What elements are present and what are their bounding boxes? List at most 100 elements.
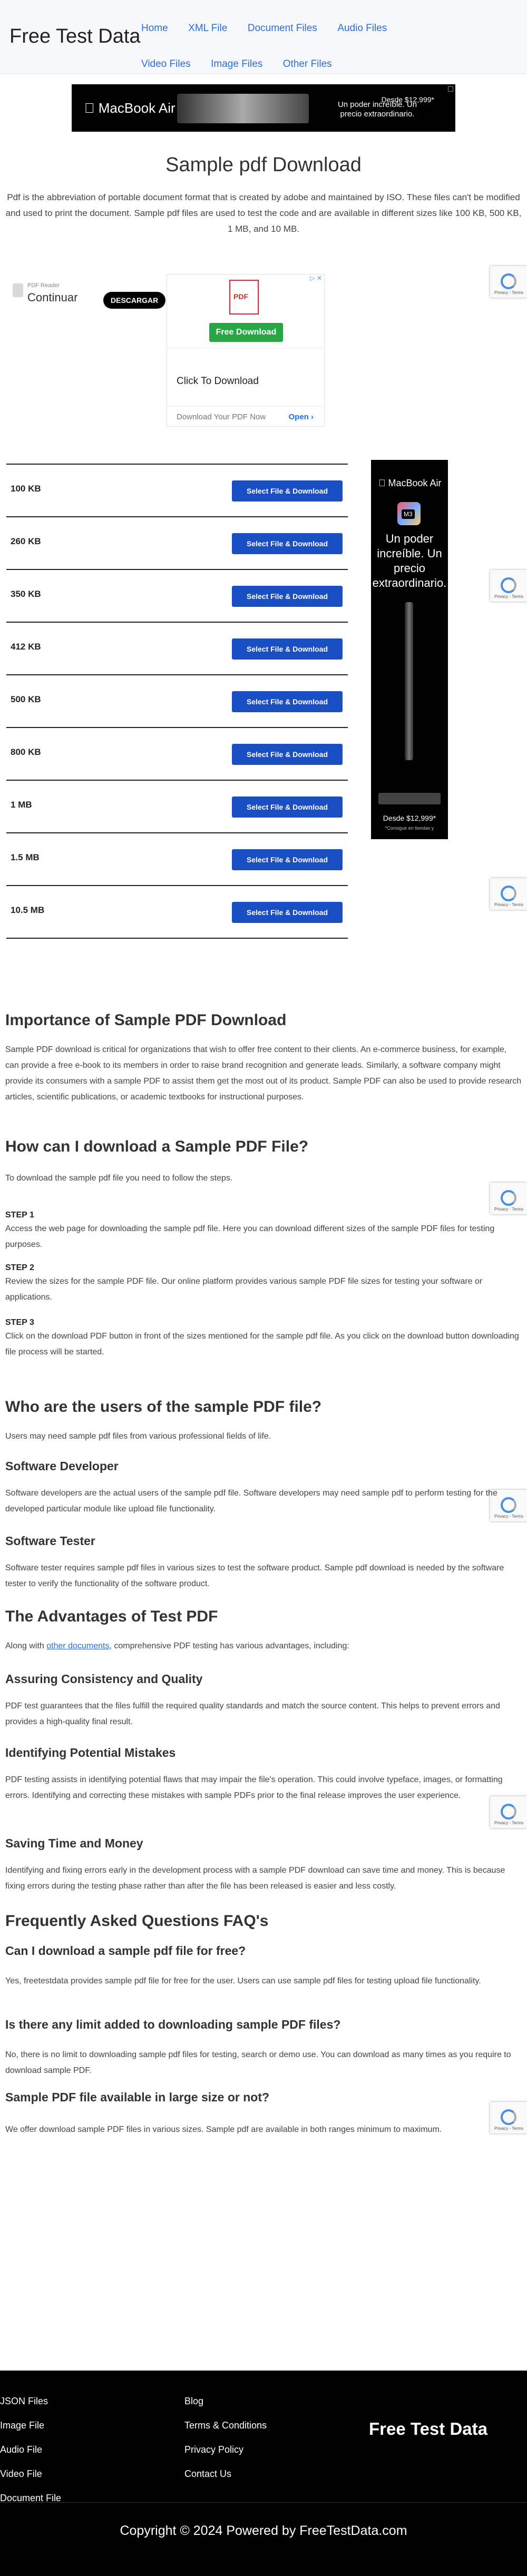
select-file-download-button[interactable]: Select File & Download <box>232 586 343 607</box>
table-row: 1 MB Select File & Download <box>6 780 348 832</box>
free-download-button[interactable]: Free Download <box>209 323 283 342</box>
ad-price: Desde $12,999* <box>381 95 434 104</box>
adchoices-icon[interactable]: ▷ ✕ <box>310 274 322 282</box>
ad-note: *Consigue en tiendas y <box>385 825 434 831</box>
file-size-label: 10.5 MB <box>11 905 45 915</box>
select-file-download-button[interactable]: Select File & Download <box>232 638 343 660</box>
ad-tagline: Un poder increíble. Un precio extraordin… <box>372 532 447 589</box>
nav-video-files[interactable]: Video Files <box>141 46 191 82</box>
nav-xml-file[interactable]: XML File <box>188 11 227 46</box>
laptop-side-image <box>405 602 413 760</box>
footer-link[interactable]: JSON Files <box>0 2389 61 2413</box>
pdf-download-ad-card[interactable]: ▷ ✕ PDF Free Download Click To Download … <box>167 274 325 427</box>
dev-heading: Software Developer <box>5 1459 119 1473</box>
file-size-label: 1.5 MB <box>11 852 40 862</box>
ad-close-icon[interactable] <box>448 86 453 92</box>
footer-link[interactable]: Terms & Conditions <box>184 2413 267 2437</box>
ad-brand:  MacBook Air <box>84 100 175 116</box>
footer-links-col2: Blog Terms & Conditions Privacy Policy C… <box>184 2389 267 2486</box>
nav-other-files[interactable]: Other Files <box>283 46 332 82</box>
select-file-download-button[interactable]: Select File & Download <box>232 744 343 765</box>
advantages-heading: The Advantages of Test PDF <box>5 1608 218 1625</box>
step1-title: STEP 1 <box>5 1211 34 1220</box>
faq-heading: Frequently Asked Questions FAQ's <box>5 1912 269 1930</box>
footer-logo[interactable]: Free Test Data <box>369 2419 487 2439</box>
open-link[interactable]: Open › <box>288 412 314 421</box>
recaptcha-icon <box>501 1190 516 1206</box>
faq3-question: Sample PDF file available in large size … <box>5 2090 270 2104</box>
select-file-download-button[interactable]: Select File & Download <box>232 797 343 818</box>
footer-link[interactable]: Audio File <box>0 2437 61 2462</box>
step1-text: Access the web page for downloading the … <box>5 1224 495 1249</box>
select-file-download-button[interactable]: Select File & Download <box>232 849 343 870</box>
file-size-label: 412 KB <box>11 642 41 652</box>
ad-brand:  MacBook Air <box>378 478 442 488</box>
recaptcha-icon <box>501 577 516 593</box>
select-file-download-button[interactable]: Select File & Download <box>232 480 343 502</box>
faq1-question: Can I download a sample pdf file for fre… <box>5 1944 246 1958</box>
nav-home[interactable]: Home <box>141 11 168 46</box>
recaptcha-badge[interactable]: Privacy - Terms <box>490 570 527 602</box>
tester-text: Software tester requires sample pdf file… <box>5 1564 504 1588</box>
nav-image-files[interactable]: Image Files <box>211 46 262 82</box>
footer-link[interactable]: Blog <box>184 2389 267 2413</box>
m3-chip-icon: M3 <box>397 502 421 525</box>
table-row: 500 KB Select File & Download <box>6 674 348 727</box>
ad-price: Desde $12,999* <box>383 814 436 822</box>
table-row: 260 KB Select File & Download <box>6 516 348 569</box>
download-now-text: Download Your PDF Now <box>177 412 266 421</box>
faq2-question: Is there any limit added to downloading … <box>5 2018 341 2031</box>
table-row: 412 KB Select File & Download <box>6 622 348 674</box>
recaptcha-badge[interactable]: Privacy - Terms <box>490 266 527 298</box>
app-icon <box>13 283 23 297</box>
faq1-answer: Yes, freetestdata provides sample pdf fi… <box>5 1977 481 1985</box>
users-heading: Who are the users of the sample PDF file… <box>5 1398 322 1415</box>
select-file-download-button[interactable]: Select File & Download <box>232 902 343 923</box>
reader-small-label: PDF Reader <box>27 282 60 289</box>
faq2-answer: No, there is no limit to downloading sam… <box>5 2050 511 2075</box>
select-file-download-button[interactable]: Select File & Download <box>232 691 343 712</box>
dev-text: Software developers are the actual users… <box>5 1489 497 1513</box>
file-size-label: 100 KB <box>11 484 41 494</box>
importance-heading: Importance of Sample PDF Download <box>5 1011 287 1029</box>
table-row: 800 KB Select File & Download <box>6 727 348 780</box>
recaptcha-icon <box>501 886 516 901</box>
importance-text: Sample PDF download is critical for orga… <box>5 1045 522 1102</box>
footer-link[interactable]: Image File <box>0 2413 61 2437</box>
pdf-file-icon: PDF <box>229 280 259 314</box>
file-size-table: 100 KB Select File & Download 260 KB Selec… <box>6 464 348 939</box>
page-intro: Pdf is the abbreviation of portable docu… <box>5 192 522 234</box>
step2-text: Review the sizes for the sample PDF file… <box>5 1277 483 1302</box>
click-to-download-text: Click To Download <box>177 376 259 387</box>
table-row: 100 KB Select File & Download <box>6 464 348 516</box>
footer-links-col1: JSON Files Image File Audio File Video F… <box>0 2389 61 2510</box>
nav-audio-files[interactable]: Audio Files <box>337 11 387 46</box>
reader-big-label: Continuar <box>27 291 78 304</box>
file-size-label: 1 MB <box>11 800 32 810</box>
advantages-intro: Along with other documents, comprehensiv… <box>5 1641 349 1650</box>
recaptcha-badge[interactable]: Privacy - Terms <box>490 878 527 910</box>
side-banner-ad[interactable]:  MacBook Air M3 Un poder increíble. Un … <box>371 460 448 839</box>
footer-link[interactable]: Document File <box>0 2486 61 2510</box>
consistency-heading: Assuring Consistency and Quality <box>5 1672 203 1686</box>
store-logos <box>378 793 441 804</box>
top-banner-ad[interactable]:  MacBook Air Un poder increíble. Un pre… <box>72 84 455 132</box>
footer-link[interactable]: Video File <box>0 2462 61 2486</box>
other-documents-link[interactable]: other documents <box>46 1641 109 1650</box>
site-logo[interactable]: Free Test Data <box>9 25 141 48</box>
footer-link[interactable]: Privacy Policy <box>184 2437 267 2462</box>
recaptcha-badge[interactable]: Privacy - Terms <box>490 1183 527 1214</box>
mistakes-heading: Identifying Potential Mistakes <box>5 1746 176 1759</box>
time-heading: Saving Time and Money <box>5 1836 143 1850</box>
tester-heading: Software Tester <box>5 1534 95 1548</box>
users-intro: Users may need sample pdf files from var… <box>5 1432 271 1441</box>
file-size-label: 260 KB <box>11 536 41 546</box>
select-file-download-button[interactable]: Select File & Download <box>232 533 343 554</box>
reader-ad[interactable]: PDF Reader Continuar DESCARGAR <box>8 279 167 309</box>
descargar-button[interactable]: DESCARGAR <box>103 292 166 309</box>
main-nav: Home XML File Document Files Audio Files… <box>141 11 468 82</box>
file-size-label: 500 KB <box>11 694 41 704</box>
footer-link[interactable]: Contact Us <box>184 2462 267 2486</box>
nav-document-files[interactable]: Document Files <box>248 11 317 46</box>
table-row: 350 KB Select File & Download <box>6 569 348 622</box>
